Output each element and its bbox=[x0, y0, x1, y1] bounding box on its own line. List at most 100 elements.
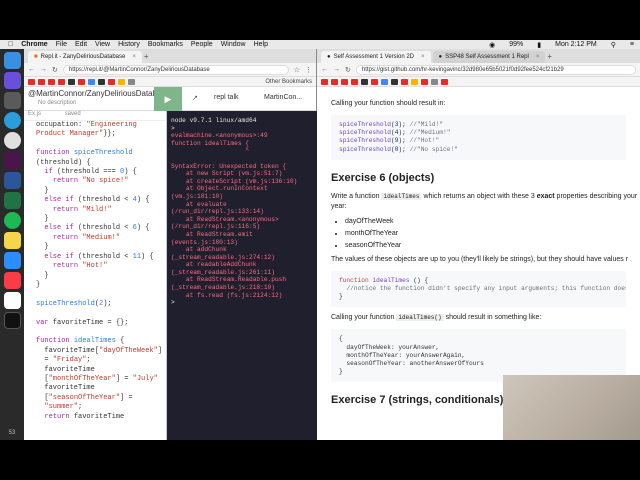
other-bookmarks[interactable]: Other Bookmarks bbox=[265, 79, 312, 85]
bookmark-icon[interactable] bbox=[128, 78, 135, 85]
youtube-bookmark-icon[interactable] bbox=[321, 78, 328, 85]
menu-bookmarks[interactable]: Bookmarks bbox=[148, 41, 183, 48]
youtube-bookmark-icon[interactable] bbox=[78, 78, 85, 85]
url-input[interactable]: https://gist.github.com/hr-kevingavinc/3… bbox=[355, 64, 636, 75]
youtube-bookmark-icon[interactable] bbox=[421, 78, 428, 85]
forward-icon[interactable]: → bbox=[40, 66, 47, 73]
finder-icon[interactable] bbox=[3, 52, 21, 69]
run-button[interactable]: ▶ bbox=[154, 87, 182, 111]
menu-people[interactable]: People bbox=[191, 41, 213, 48]
menu-history[interactable]: History bbox=[118, 41, 140, 48]
bookmark-icon[interactable] bbox=[118, 78, 125, 85]
back-icon[interactable]: ← bbox=[28, 66, 35, 73]
menu-window[interactable]: Window bbox=[221, 41, 246, 48]
menu-app-name[interactable]: Chrome bbox=[21, 41, 47, 48]
right-tab-bar: ● Self Assessment 1 Version 2D × ● SSP48… bbox=[317, 49, 640, 63]
console-error-line: (_stream_readable.js:218:10) bbox=[171, 284, 275, 292]
youtube-bookmark-icon[interactable] bbox=[38, 78, 45, 85]
youtube-bookmark-icon[interactable] bbox=[341, 78, 348, 85]
code-line: return "No spice!" bbox=[52, 177, 129, 186]
url-input[interactable]: https://repl.it/@MartinConnor/ZanyDeliri… bbox=[62, 64, 289, 75]
bookmark-icon[interactable] bbox=[98, 78, 105, 85]
project-description[interactable]: No description bbox=[38, 100, 76, 106]
menu-file[interactable]: File bbox=[56, 41, 67, 48]
bookmark-icon[interactable] bbox=[68, 78, 75, 85]
new-tab-icon[interactable]: + bbox=[144, 52, 149, 61]
youtube-bookmark-icon[interactable] bbox=[48, 78, 55, 85]
youtube-bookmark-icon[interactable] bbox=[108, 78, 115, 85]
youtube-bookmark-icon[interactable] bbox=[58, 78, 65, 85]
music-icon[interactable] bbox=[3, 272, 21, 289]
bookmark-icon[interactable] bbox=[88, 78, 95, 85]
menu-help[interactable]: Help bbox=[254, 41, 268, 48]
terminal-icon[interactable] bbox=[3, 312, 21, 329]
code-line: function idealTimes { bbox=[36, 337, 125, 346]
close-icon[interactable]: × bbox=[132, 54, 136, 60]
menu-list-icon[interactable]: ≡ bbox=[630, 41, 634, 48]
bookmark-icon[interactable] bbox=[411, 78, 418, 85]
result-intro-text: Calling your function should result in: bbox=[331, 100, 446, 107]
battery-percent[interactable]: 99% bbox=[509, 41, 523, 48]
bookmark-icon[interactable] bbox=[381, 78, 388, 85]
youtube-bookmark-icon[interactable] bbox=[331, 78, 338, 85]
console-prompt: > bbox=[171, 124, 175, 132]
star-icon[interactable]: ☆ bbox=[294, 66, 300, 74]
menu-edit[interactable]: Edit bbox=[75, 41, 87, 48]
youtube-bookmark-icon[interactable] bbox=[441, 78, 448, 85]
project-name[interactable]: @MartinConnor/ZanyDeliriousDatabase bbox=[28, 89, 170, 98]
back-icon[interactable]: ← bbox=[321, 66, 328, 73]
zoom-icon[interactable] bbox=[3, 252, 21, 269]
console-error-line: at fs.read (fs.js:2124:12) bbox=[171, 291, 283, 299]
youtube-bookmark-icon[interactable] bbox=[351, 78, 358, 85]
youtube-bookmark-icon[interactable] bbox=[401, 78, 408, 85]
right-address-bar: ← → ↻ https://gist.github.com/hr-kevinga… bbox=[317, 63, 640, 77]
left-browser-window: ■ Repl.it - ZanyDeliriousDatabase × + ← … bbox=[24, 49, 317, 440]
notes-icon[interactable] bbox=[3, 232, 21, 249]
menu-view[interactable]: View bbox=[95, 41, 110, 48]
bookmark-icon[interactable] bbox=[391, 78, 398, 85]
share-icon[interactable]: ↗ bbox=[192, 94, 198, 102]
reload-icon[interactable]: ↻ bbox=[345, 66, 351, 74]
safari-icon[interactable] bbox=[3, 112, 21, 129]
repl-talk-link[interactable]: repl talk bbox=[214, 94, 239, 101]
console-error-line: (_stream_readable.js:274:12) bbox=[171, 253, 275, 261]
console-error-line: at ReadStream.Readable.push bbox=[171, 276, 287, 284]
excel-icon[interactable] bbox=[3, 192, 21, 209]
tab-ssp48[interactable]: ● SSP48 Self Assessment 1 Repl × bbox=[432, 51, 546, 63]
wifi-icon[interactable]: ◉ bbox=[489, 41, 495, 49]
list-item: monthOfTheYear bbox=[345, 230, 626, 237]
word-icon[interactable] bbox=[3, 172, 21, 189]
forward-icon[interactable]: → bbox=[333, 66, 340, 73]
youtube-bookmark-icon[interactable] bbox=[28, 78, 35, 85]
code-line: ["monthOfTheYear"] = "July" bbox=[36, 374, 158, 383]
webcam-overlay bbox=[503, 375, 640, 440]
console-input-prompt[interactable]: > bbox=[171, 299, 175, 306]
code-line: else if (threshold < 4) { bbox=[44, 196, 150, 205]
bookmark-icon[interactable] bbox=[361, 78, 368, 85]
reload-icon[interactable]: ↻ bbox=[52, 66, 58, 74]
more-icon[interactable]: ⋮ bbox=[305, 66, 312, 74]
console-error-line: at evaluate bbox=[171, 200, 227, 208]
code-editor[interactable]: occupation: "Engineering Product Manager… bbox=[24, 121, 166, 440]
battery-icon[interactable]: ▮ bbox=[537, 41, 541, 49]
chrome-icon[interactable] bbox=[3, 132, 21, 149]
siri-icon[interactable] bbox=[3, 72, 21, 89]
close-icon[interactable]: × bbox=[536, 54, 540, 60]
calling-text-b: should result in something like: bbox=[445, 314, 542, 322]
spotify-icon[interactable] bbox=[3, 212, 21, 229]
tab-repl[interactable]: ■ Repl.it - ZanyDeliriousDatabase × bbox=[28, 51, 142, 63]
bookmark-icon[interactable] bbox=[431, 78, 438, 85]
slack-icon[interactable] bbox=[3, 152, 21, 169]
user-menu[interactable]: MartinCon... bbox=[264, 94, 302, 101]
launchpad-icon[interactable] bbox=[3, 92, 21, 109]
tab-self-assessment[interactable]: ● Self Assessment 1 Version 2D × bbox=[321, 51, 431, 63]
youtube-bookmark-icon[interactable] bbox=[371, 78, 378, 85]
menu-clock[interactable]: Mon 2:12 PM bbox=[555, 41, 597, 48]
search-icon[interactable]: ⚲ bbox=[611, 41, 616, 49]
new-tab-icon[interactable]: + bbox=[547, 52, 552, 61]
close-icon[interactable]: × bbox=[421, 54, 425, 60]
console-output[interactable]: node v9.7.1 linux/amd64 > evalmachine.<a… bbox=[167, 111, 317, 440]
calendar-icon[interactable] bbox=[3, 292, 21, 309]
apple-icon[interactable]:  bbox=[8, 41, 13, 48]
editor-file-name[interactable]: Ex.js bbox=[28, 111, 41, 117]
